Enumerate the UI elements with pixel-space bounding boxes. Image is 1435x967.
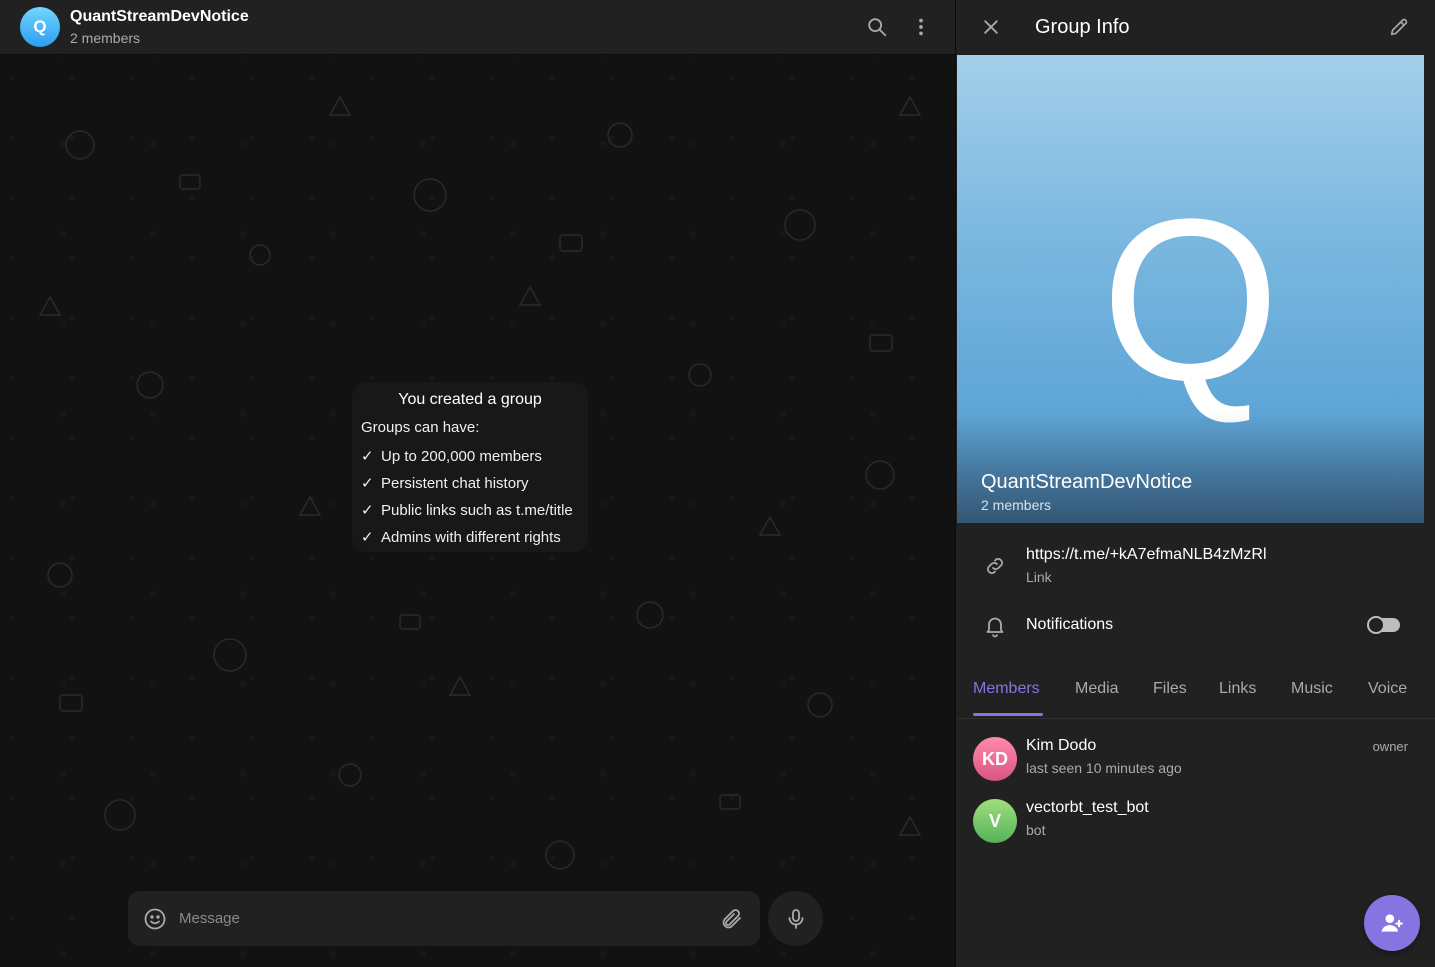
- more-vertical-icon: [919, 18, 923, 36]
- search-button[interactable]: [862, 12, 892, 42]
- link-icon: [982, 553, 1008, 579]
- message-composer[interactable]: Message: [128, 891, 760, 946]
- cover-member-count: 2 members: [981, 497, 1052, 513]
- service-item-text: Up to 200,000 members: [381, 448, 542, 465]
- chat-member-count: 2 members: [70, 30, 141, 46]
- check-icon: ✓: [361, 529, 374, 546]
- invite-link-value[interactable]: https://t.me/+kA7efmaNLB4zMzRl: [1026, 546, 1267, 564]
- tab-files[interactable]: Files: [1153, 680, 1187, 698]
- invite-link-label: Link: [1026, 569, 1052, 585]
- bell-icon: [982, 613, 1008, 639]
- microphone-icon: [788, 908, 803, 929]
- service-item: ✓ Admins with different rights: [361, 528, 561, 546]
- paperclip-icon: [722, 909, 741, 929]
- add-member-button[interactable]: [1364, 895, 1420, 951]
- voice-record-button[interactable]: [768, 891, 823, 946]
- group-info-panel: Group Info Q QuantStreamDevNotice 2 memb…: [955, 0, 1435, 967]
- service-item: ✓ Persistent chat history: [361, 474, 529, 492]
- service-item-text: Public links such as t.me/title: [381, 502, 573, 519]
- service-item: ✓ Up to 200,000 members: [361, 447, 542, 465]
- member-status: bot: [1026, 822, 1046, 838]
- pencil-icon: [1390, 18, 1408, 36]
- toggle-knob: [1367, 616, 1385, 634]
- member-name: Kim Dodo: [1026, 737, 1097, 754]
- notifications-row[interactable]: Notifications: [956, 604, 1435, 648]
- avatar: KD: [973, 737, 1017, 781]
- chat-area: Q QuantStreamDevNotice 2 members You cre…: [0, 0, 955, 967]
- chat-header: Q QuantStreamDevNotice 2 members: [0, 0, 955, 55]
- tab-links[interactable]: Links: [1219, 680, 1256, 698]
- tab-members[interactable]: Members: [973, 680, 1040, 698]
- invite-link-row[interactable]: https://t.me/+kA7efmaNLB4zMzRl Link: [956, 538, 1435, 594]
- tab-voice[interactable]: Voice: [1368, 680, 1407, 698]
- member-row[interactable]: KD Kim Dodo last seen 10 minutes ago own…: [956, 733, 1435, 791]
- service-item-text: Admins with different rights: [381, 529, 561, 546]
- emoji-button[interactable]: [143, 907, 167, 936]
- member-status: last seen 10 minutes ago: [1026, 760, 1182, 776]
- active-tab-indicator: [973, 713, 1043, 716]
- search-icon: [868, 18, 887, 37]
- member-name: vectorbt_test_bot: [1026, 799, 1149, 816]
- chat-title[interactable]: QuantStreamDevNotice: [70, 8, 249, 26]
- member-row[interactable]: V vectorbt_test_bot bot: [956, 795, 1435, 853]
- check-icon: ✓: [361, 475, 374, 492]
- member-role-badge: owner: [1372, 739, 1408, 754]
- cover-group-name: QuantStreamDevNotice: [981, 471, 1193, 493]
- service-intro: Groups can have:: [361, 419, 480, 436]
- panel-title: Group Info: [1035, 16, 1130, 38]
- message-input[interactable]: Message: [179, 910, 240, 927]
- more-options-button[interactable]: [906, 12, 936, 42]
- attach-button[interactable]: [720, 907, 744, 936]
- service-title: You created a group: [398, 391, 542, 408]
- service-item-text: Persistent chat history: [381, 475, 529, 492]
- avatar: V: [973, 799, 1017, 843]
- cover-initial: Q: [1101, 171, 1280, 428]
- check-icon: ✓: [361, 448, 374, 465]
- tab-media[interactable]: Media: [1075, 680, 1119, 698]
- close-icon: [984, 20, 998, 34]
- shared-media-tabs: Members Media Files Links Music Voice: [956, 670, 1435, 719]
- add-member-icon: [1381, 914, 1403, 932]
- check-icon: ✓: [361, 502, 374, 519]
- close-panel-button[interactable]: [976, 12, 1006, 42]
- notifications-label: Notifications: [1026, 616, 1114, 633]
- panel-header: Group Info: [956, 0, 1435, 54]
- service-item: ✓ Public links such as t.me/title: [361, 501, 573, 519]
- group-cover-photo[interactable]: Q QuantStreamDevNotice 2 members: [957, 55, 1424, 523]
- group-avatar[interactable]: Q: [20, 7, 60, 47]
- tab-music[interactable]: Music: [1291, 680, 1333, 698]
- smile-icon: [144, 908, 166, 930]
- group-created-service-message: You created a group Groups can have: ✓ Up…: [352, 382, 588, 552]
- edit-group-button[interactable]: [1384, 12, 1414, 42]
- notifications-toggle[interactable]: [1367, 616, 1400, 634]
